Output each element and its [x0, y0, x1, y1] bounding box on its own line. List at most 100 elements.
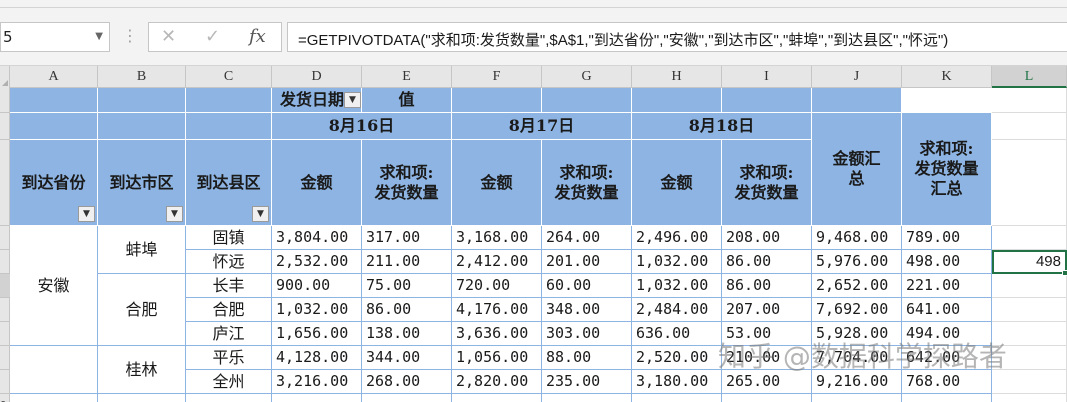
- column-header-b[interactable]: B: [98, 66, 186, 88]
- pivot-header-blank[interactable]: [98, 113, 186, 140]
- chevron-down-icon[interactable]: ▼: [95, 31, 103, 42]
- province-cell[interactable]: [10, 346, 98, 394]
- cell[interactable]: [812, 394, 902, 402]
- value-cell[interactable]: 789.00: [902, 226, 992, 250]
- column-header-c[interactable]: C: [186, 66, 272, 88]
- county-cell[interactable]: 平乐: [186, 346, 272, 370]
- value-cell[interactable]: 9,216.00: [812, 370, 902, 394]
- value-cell[interactable]: 1,032.00: [272, 298, 362, 322]
- value-cell[interactable]: 3,636.00: [452, 322, 542, 346]
- cell[interactable]: [992, 394, 1067, 402]
- value-cell[interactable]: 3,216.00: [272, 370, 362, 394]
- value-cell[interactable]: 268.00: [362, 370, 452, 394]
- county-cell[interactable]: 庐江: [186, 322, 272, 346]
- county-cell[interactable]: 固镇: [186, 226, 272, 250]
- column-header-h[interactable]: H: [632, 66, 722, 88]
- filter-dropdown-icon[interactable]: ▼: [252, 206, 269, 222]
- select-all-corner[interactable]: [0, 66, 10, 88]
- column-header-j[interactable]: J: [812, 66, 902, 88]
- value-cell[interactable]: 1,656.00: [272, 322, 362, 346]
- value-cell[interactable]: 208.00: [722, 226, 812, 250]
- row-header[interactable]: [0, 226, 10, 250]
- row-header[interactable]: [0, 113, 10, 140]
- cell[interactable]: [992, 370, 1067, 394]
- value-cell[interactable]: 86.00: [722, 274, 812, 298]
- value-cell[interactable]: 265.00: [722, 370, 812, 394]
- value-cell[interactable]: 2,484.00: [632, 298, 722, 322]
- value-cell[interactable]: 2,652.00: [812, 274, 902, 298]
- filter-dropdown-icon[interactable]: ▼: [78, 206, 95, 222]
- value-cell[interactable]: 3,168.00: [452, 226, 542, 250]
- county-cell[interactable]: 长丰: [186, 274, 272, 298]
- value-cell[interactable]: 4,128.00: [272, 346, 362, 370]
- cell[interactable]: [992, 113, 1067, 140]
- value-cell[interactable]: 7,704.00: [812, 346, 902, 370]
- cell[interactable]: [992, 274, 1067, 298]
- value-cell[interactable]: 2,532.00: [272, 250, 362, 274]
- filter-dropdown-icon[interactable]: ▼: [166, 206, 183, 222]
- formula-input[interactable]: =GETPIVOTDATA("求和项:发货数量",$A$1,"到达省份","安徽…: [287, 22, 1067, 52]
- value-cell[interactable]: 5,976.00: [812, 250, 902, 274]
- value-cell[interactable]: 264.00: [542, 226, 632, 250]
- value-cell[interactable]: 642.00: [902, 346, 992, 370]
- cell[interactable]: [722, 394, 812, 402]
- measure-qty-header[interactable]: 求和项: 发货数量: [362, 140, 452, 226]
- value-cell[interactable]: 317.00: [362, 226, 452, 250]
- value-cell[interactable]: 4,176.00: [452, 298, 542, 322]
- value-cell[interactable]: 2,412.00: [452, 250, 542, 274]
- measure-amount-header[interactable]: 金额: [272, 140, 362, 226]
- cell[interactable]: [992, 88, 1067, 113]
- value-cell[interactable]: 3,180.00: [632, 370, 722, 394]
- pivot-header-blank[interactable]: [632, 88, 722, 113]
- value-cell[interactable]: 9,468.00: [812, 226, 902, 250]
- value-cell[interactable]: 235.00: [542, 370, 632, 394]
- column-header-g[interactable]: G: [542, 66, 632, 88]
- row-header[interactable]: [0, 88, 10, 113]
- measure-amount-header[interactable]: 金额: [632, 140, 722, 226]
- date-header[interactable]: 8月16日: [272, 113, 452, 140]
- value-cell[interactable]: 221.00: [902, 274, 992, 298]
- value-cell[interactable]: 768.00: [902, 370, 992, 394]
- cancel-icon[interactable]: ✕: [161, 26, 176, 47]
- cell[interactable]: [272, 394, 362, 402]
- cell[interactable]: [186, 394, 272, 402]
- cell[interactable]: [452, 394, 542, 402]
- value-cell[interactable]: 1,056.00: [452, 346, 542, 370]
- value-cell[interactable]: 86.00: [722, 250, 812, 274]
- row-header[interactable]: [0, 370, 10, 394]
- cell[interactable]: [992, 140, 1067, 226]
- pivot-header-blank[interactable]: [812, 88, 902, 113]
- value-cell[interactable]: 303.00: [542, 322, 632, 346]
- value-cell[interactable]: 86.00: [362, 298, 452, 322]
- column-header-e[interactable]: E: [362, 66, 452, 88]
- fill-handle[interactable]: [1062, 270, 1067, 276]
- drag-handle-icon[interactable]: ⋮: [122, 26, 138, 45]
- value-cell[interactable]: 7,692.00: [812, 298, 902, 322]
- value-cell[interactable]: 900.00: [272, 274, 362, 298]
- row-header[interactable]: [0, 274, 10, 298]
- cell[interactable]: [10, 394, 98, 402]
- cell[interactable]: [542, 394, 632, 402]
- value-cell[interactable]: 1,032.00: [632, 274, 722, 298]
- county-cell[interactable]: 全州: [186, 370, 272, 394]
- value-cell[interactable]: 641.00: [902, 298, 992, 322]
- row-header[interactable]: [0, 250, 10, 274]
- province-cell[interactable]: 安徽: [10, 226, 98, 346]
- column-header-a[interactable]: A: [10, 66, 98, 88]
- grand-total-qty-header[interactable]: 求和项: 发货数量 汇总: [902, 113, 992, 226]
- value-cell[interactable]: 5,928.00: [812, 322, 902, 346]
- column-header-k[interactable]: K: [902, 66, 992, 88]
- value-cell[interactable]: 75.00: [362, 274, 452, 298]
- city-cell[interactable]: 桂林: [98, 346, 186, 394]
- row-header[interactable]: 0: [0, 394, 10, 402]
- pivot-header-blank[interactable]: [186, 88, 272, 113]
- column-header-i[interactable]: I: [722, 66, 812, 88]
- date-header[interactable]: 8月18日: [632, 113, 812, 140]
- pivot-header-blank[interactable]: [186, 113, 272, 140]
- cell[interactable]: [632, 394, 722, 402]
- pivot-header-blank[interactable]: [10, 113, 98, 140]
- value-cell[interactable]: 720.00: [452, 274, 542, 298]
- city-cell[interactable]: 蚌埠: [98, 226, 186, 274]
- date-header[interactable]: 8月17日: [452, 113, 632, 140]
- value-cell[interactable]: 210.00: [722, 346, 812, 370]
